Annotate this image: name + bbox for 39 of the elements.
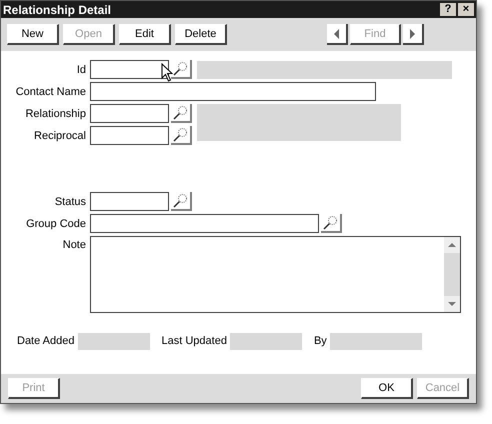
toolbar-button[interactable]: New	[7, 24, 59, 45]
field-label: Note	[62, 238, 87, 253]
scroll-up-icon	[444, 237, 460, 253]
field-label: Last Updated	[162, 334, 228, 350]
toolbar-button[interactable]: Delete	[175, 24, 227, 45]
note-field[interactable]	[90, 236, 461, 313]
scroll-down-icon	[444, 296, 460, 312]
magnifier-icon	[173, 127, 188, 142]
toolbar-button[interactable]: Edit	[119, 24, 171, 45]
help-button[interactable]: ?	[440, 3, 456, 16]
lookup-button[interactable]	[171, 60, 192, 79]
magnifier-icon	[173, 193, 188, 208]
scrollbar[interactable]	[444, 237, 460, 312]
magnifier-icon	[173, 61, 188, 76]
input-field[interactable]	[90, 126, 169, 145]
window-title: Relationship Detail	[3, 2, 112, 18]
mouse-cursor-icon	[161, 63, 173, 82]
field-label: By	[314, 334, 328, 350]
field-label: Relationship	[24, 106, 87, 122]
input-field[interactable]	[90, 192, 169, 211]
input-field[interactable]	[90, 60, 169, 79]
field-label: Reciprocal	[33, 128, 87, 144]
field-label: Group Code	[25, 216, 87, 232]
field-label: Id	[76, 62, 87, 78]
toolbar-button[interactable]: OK	[361, 378, 413, 399]
magnifier-icon	[323, 215, 338, 230]
input-field[interactable]	[90, 214, 319, 233]
next-button[interactable]	[403, 24, 424, 45]
left-triangle-icon	[334, 28, 339, 38]
field-label: Date Added	[17, 334, 76, 350]
magnifier-icon	[173, 105, 188, 120]
read-only-field	[78, 333, 150, 350]
field-label: Status	[54, 194, 87, 210]
input-field[interactable]	[90, 82, 376, 101]
field-label: Contact Name	[14, 84, 87, 100]
previous-button[interactable]	[327, 24, 348, 45]
close-button[interactable]: ×	[458, 3, 474, 16]
right-triangle-icon	[410, 28, 415, 38]
input-field[interactable]	[90, 104, 169, 123]
